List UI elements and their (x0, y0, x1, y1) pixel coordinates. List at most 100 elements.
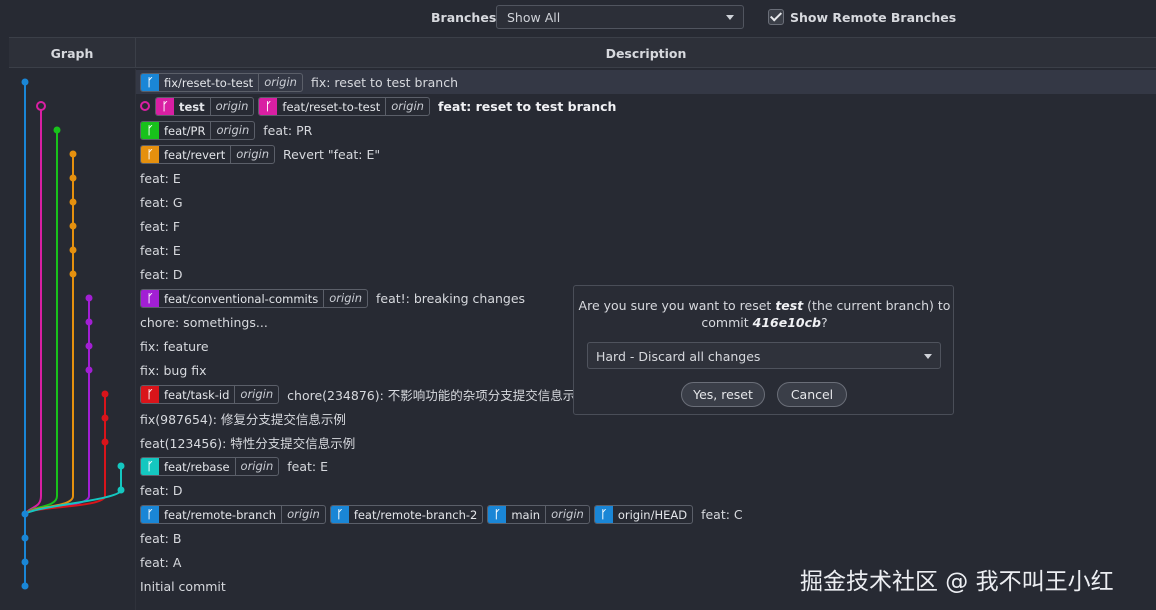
show-remote-checkbox[interactable] (768, 9, 784, 25)
branch-name: feat/task-id (164, 387, 230, 402)
commit-message: feat: reset to test branch (437, 98, 617, 114)
question-commit: 416e10cb (752, 315, 821, 330)
commit-row[interactable]: feat: G (136, 190, 1156, 214)
commit-message: feat!: breaking changes (376, 290, 526, 306)
commit-row[interactable]: feat: D (136, 478, 1156, 502)
remote-name: origin (210, 121, 254, 139)
branches-select-value: Show All (507, 10, 561, 25)
branch-name: feat/rebase (164, 459, 230, 474)
branches-select[interactable]: Show All (496, 5, 744, 29)
commit-dot[interactable] (69, 246, 77, 254)
question-text-3: commit (701, 315, 753, 330)
question-mark: ? (820, 315, 828, 330)
branch-ref[interactable]: ᚴ feat/remote-branch-2 (329, 504, 484, 524)
branch-ref[interactable]: ᚴ feat/conventional-commits origin (140, 288, 369, 308)
branch-icon: ᚴ (141, 73, 159, 91)
commit-message: feat: E (287, 458, 329, 474)
commit-row[interactable]: ᚴ fix/reset-to-test origin fix: reset to te… (136, 70, 1156, 94)
branch-ref[interactable]: ᚴ main origin (487, 504, 590, 524)
commit-dot[interactable] (85, 318, 93, 326)
commit-dot[interactable] (85, 366, 93, 374)
branch-ref[interactable]: ᚴ origin/HEAD (593, 504, 694, 524)
branch-icon: ᚴ (141, 145, 159, 163)
commit-row[interactable]: feat: F (136, 214, 1156, 238)
commit-row[interactable]: ᚴ test origin ᚴ feat/reset-to-test origin feat… (136, 94, 1156, 118)
commit-dot[interactable] (117, 462, 125, 470)
commit-dot[interactable] (69, 222, 77, 230)
commit-graph (21, 78, 125, 590)
commit-message: feat: C (701, 506, 743, 522)
commit-dot[interactable] (21, 582, 29, 590)
remote-name: origin (209, 97, 254, 115)
head-circle-icon (140, 101, 150, 111)
yes-reset-button[interactable]: Yes, reset (681, 382, 765, 407)
branch-ref[interactable]: ᚴ feat/revert origin (140, 144, 275, 164)
commit-row[interactable]: ᚴ feat/remote-branch origin ᚴ feat/remote-br… (136, 502, 1156, 526)
column-header: Graph Description (9, 37, 1156, 68)
commit-dot[interactable] (21, 510, 29, 518)
commit-row[interactable]: feat(123456): 特性分支提交信息示例 (136, 430, 1156, 454)
branch-name: feat/remote-branch-2 (353, 507, 478, 522)
branch-name: feat/reset-to-test (282, 99, 381, 114)
commit-dot[interactable] (69, 270, 77, 278)
branch-name: feat/revert (164, 147, 226, 162)
commit-message: feat: E (140, 242, 181, 258)
branch-name: feat/remote-branch (164, 507, 277, 522)
commit-message: feat: A (140, 554, 182, 570)
branch-icon: ᚴ (330, 505, 349, 523)
commit-dot[interactable] (69, 150, 77, 158)
commit-row[interactable]: feat: D (136, 262, 1156, 286)
branch-icon: ᚴ (141, 121, 159, 139)
commit-dot[interactable] (36, 101, 46, 111)
commit-row[interactable]: feat: E (136, 238, 1156, 262)
commit-message: fix(987654): 修复分支提交信息示例 (140, 411, 346, 427)
branch-icon: ᚴ (141, 505, 159, 523)
reset-confirm-dialog: Are you sure you want to reset test (the… (573, 285, 954, 415)
branch-ref[interactable]: ᚴ feat/PR origin (140, 120, 256, 140)
commit-message: feat: D (140, 266, 183, 282)
branch-ref[interactable]: ᚴ feat/task-id origin (140, 384, 280, 404)
commit-dot[interactable] (85, 342, 93, 350)
commit-message: chore(234876): 不影响功能的杂项分支提交信息示例 (287, 387, 588, 403)
remote-name: origin (281, 505, 325, 523)
remote-name: origin (385, 97, 429, 115)
commit-dot[interactable] (101, 438, 109, 446)
commit-message: feat: F (140, 218, 181, 234)
commit-dot[interactable] (21, 78, 29, 86)
branch-ref[interactable]: ᚴ test origin (155, 96, 255, 116)
commit-message: feat: E (140, 170, 181, 186)
remote-name: origin (234, 385, 278, 403)
graph-column-header[interactable]: Graph (9, 38, 136, 67)
commit-dot[interactable] (101, 390, 109, 398)
commit-dot[interactable] (69, 198, 77, 206)
question-text-2: (the current branch) to (803, 298, 951, 313)
commit-dot[interactable] (69, 174, 77, 182)
question-branch: test (775, 298, 804, 313)
commit-dot[interactable] (21, 558, 29, 566)
remote-name: origin (258, 73, 302, 91)
branch-ref[interactable]: ᚴ feat/remote-branch origin (140, 504, 326, 524)
commit-row[interactable]: ᚴ feat/rebase origin feat: E (136, 454, 1156, 478)
cancel-button[interactable]: Cancel (777, 382, 847, 407)
commit-row[interactable]: feat: E (136, 166, 1156, 190)
commit-dot[interactable] (101, 414, 109, 422)
branch-ref[interactable]: ᚴ feat/reset-to-test origin (258, 96, 430, 116)
branch-icon: ᚴ (156, 97, 174, 115)
commit-dot[interactable] (21, 534, 29, 542)
commit-message: feat: PR (263, 122, 313, 138)
commit-row[interactable]: ᚴ feat/revert origin Revert "feat: E" (136, 142, 1156, 166)
show-remote-label[interactable]: Show Remote Branches (790, 10, 956, 25)
branch-name: test (179, 99, 205, 114)
description-column-header[interactable]: Description (136, 38, 1156, 67)
branch-ref[interactable]: ᚴ feat/rebase origin (140, 456, 280, 476)
toolbar: Branches: Show All Show Remote Branches (0, 0, 1156, 37)
commit-row[interactable]: feat: B (136, 526, 1156, 550)
commit-dot[interactable] (53, 126, 61, 134)
commit-dot[interactable] (85, 294, 93, 302)
chevron-down-icon (924, 354, 932, 359)
reset-mode-select[interactable]: Hard - Discard all changes (587, 342, 941, 369)
branch-ref[interactable]: ᚴ fix/reset-to-test origin (140, 72, 303, 92)
commit-dot[interactable] (117, 486, 125, 494)
commit-row[interactable]: ᚴ feat/PR origin feat: PR (136, 118, 1156, 142)
commit-message: feat: G (140, 194, 183, 210)
